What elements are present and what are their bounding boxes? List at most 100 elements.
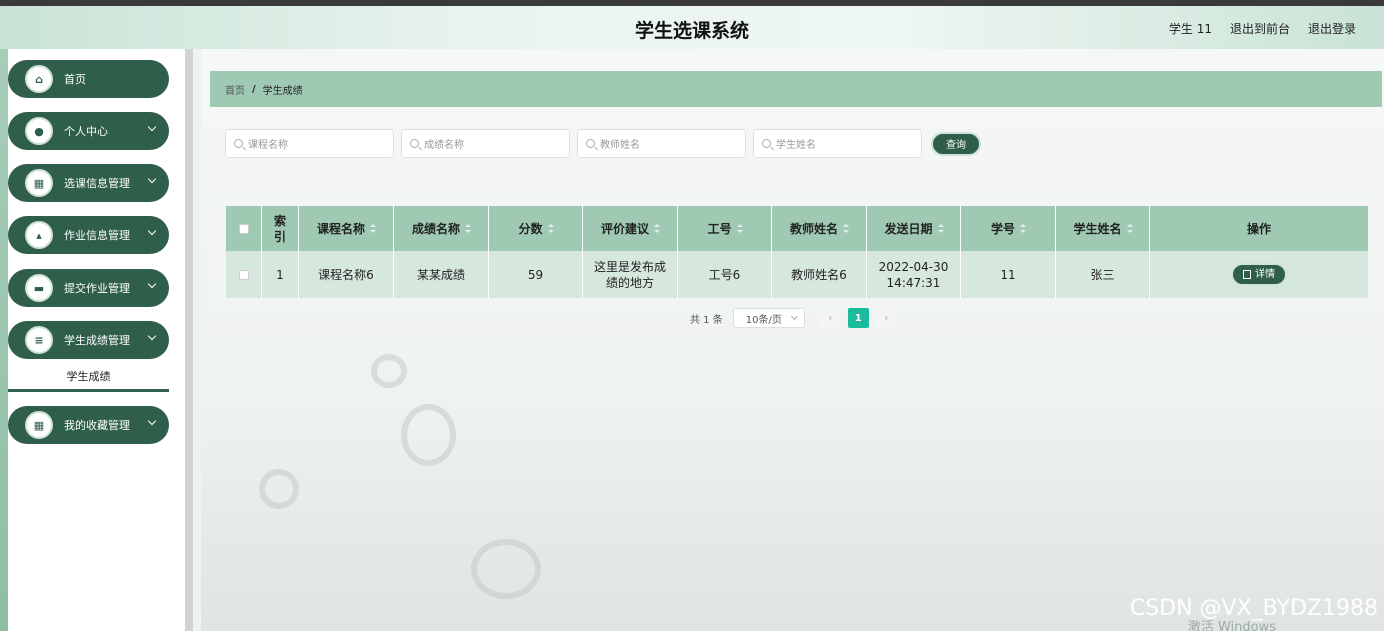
teacher-name-placeholder: 教师姓名 (600, 140, 640, 151)
header-staff-no[interactable]: 工号 (678, 206, 772, 251)
chevron-down-icon (147, 416, 157, 426)
header-send-date[interactable]: 发送日期 (867, 206, 961, 251)
background-decoration (371, 354, 407, 388)
select-all-checkbox[interactable] (238, 223, 249, 234)
search-icon (762, 139, 771, 148)
cell-score-name: 某某成绩 (394, 251, 489, 298)
sidebar-item-label: 选课信息管理 (64, 177, 130, 190)
background-decoration (401, 404, 456, 466)
sidebar-item-course-selection[interactable]: ▦ 选课信息管理 (8, 164, 169, 202)
header-label: 学生姓名 (1073, 221, 1122, 236)
course-name-placeholder: 课程名称 (248, 140, 288, 151)
header-score-name[interactable]: 成绩名称 (394, 206, 489, 251)
background-decoration (259, 469, 299, 509)
cell-score: 59 (489, 251, 583, 298)
sidebar-item-label: 首页 (64, 73, 86, 86)
header-actions: 操作 (1246, 221, 1271, 236)
header-student-no[interactable]: 学号 (961, 206, 1056, 251)
sidebar-item-favorites[interactable]: ▦ 我的收藏管理 (8, 406, 169, 444)
top-header: 学生选课系统 学生 11 退出到前台 退出登录 (0, 6, 1384, 49)
detail-button[interactable]: 详情 (1231, 263, 1287, 286)
score-name-placeholder: 成绩名称 (424, 140, 464, 151)
cell-staff-no: 工号6 (678, 251, 772, 298)
detail-button-label: 详情 (1255, 268, 1275, 280)
pagination: 共 1 条 10条/页 ‹ 1 › (690, 308, 904, 328)
sort-icon (1020, 224, 1026, 233)
sort-icon (547, 224, 554, 233)
person-icon: ▴ (25, 221, 53, 249)
cell-course-name: 课程名称6 (299, 251, 394, 298)
header-label: 课程名称 (316, 221, 365, 236)
table-row: 1 课程名称6 某某成绩 59 这里是发布成绩的地方 工号6 教师姓名6 202… (226, 251, 1368, 298)
cell-index: 1 (262, 251, 299, 298)
sort-icon (843, 224, 849, 233)
sidebar-item-submit-homework[interactable]: ▬ 提交作业管理 (8, 269, 169, 307)
page-number-button[interactable]: 1 (847, 308, 869, 328)
chevron-down-icon (147, 331, 157, 341)
sidebar: ⌂ 首页 ● 个人中心 ▦ 选课信息管理 ▴ 作业信息管理 ▬ 提交作业管理 ≡… (8, 49, 193, 631)
chevron-down-icon (147, 226, 157, 236)
next-page-button[interactable]: › (875, 308, 897, 328)
course-name-search-input[interactable]: 课程名称 (225, 129, 394, 158)
score-name-search-input[interactable]: 成绩名称 (401, 129, 570, 158)
header-teacher-name[interactable]: 教师姓名 (772, 206, 867, 251)
cell-student-no: 11 (961, 251, 1056, 298)
query-button[interactable]: 查询 (931, 132, 981, 156)
sidebar-item-label: 提交作业管理 (64, 282, 130, 295)
prev-page-button[interactable]: ‹ (819, 308, 841, 328)
header-label: 工号 (707, 221, 732, 236)
monitor-icon: ▬ (25, 274, 53, 302)
header-label: 分数 (518, 221, 543, 236)
chevron-down-icon (790, 312, 798, 321)
sidebar-item-student-grades[interactable]: ≡ 学生成绩管理 (8, 321, 169, 359)
header-course-name[interactable]: 课程名称 (299, 206, 394, 251)
breadcrumb-separator: / (252, 83, 256, 95)
teacher-name-search-input[interactable]: 教师姓名 (577, 129, 746, 158)
header-student-name[interactable]: 学生姓名 (1056, 206, 1150, 251)
page-size-select[interactable]: 10条/页 (732, 308, 805, 328)
exit-to-front-link[interactable]: 退出到前台 (1230, 20, 1290, 37)
header-label: 学号 (990, 221, 1015, 236)
page-size-value: 10条/页 (745, 314, 782, 326)
search-icon (410, 139, 419, 148)
submenu-item-student-grades[interactable]: 学生成绩 (8, 365, 169, 392)
chevron-down-icon (147, 174, 157, 184)
sidebar-item-homework-info[interactable]: ▴ 作业信息管理 (8, 216, 169, 254)
sidebar-item-personal-center[interactable]: ● 个人中心 (8, 112, 169, 150)
breadcrumb-current: 学生成绩 (262, 85, 303, 97)
header-comment[interactable]: 评价建议 (583, 206, 678, 251)
background-decoration (471, 539, 541, 599)
cell-student-name: 张三 (1056, 251, 1150, 298)
chevron-down-icon (147, 122, 157, 132)
table-header-row: 索引 课程名称 成绩名称 分数 评价建议 工号 教师姓名 发送日期 学号 学生姓… (226, 206, 1368, 251)
grades-table: 索引 课程名称 成绩名称 分数 评价建议 工号 教师姓名 发送日期 学号 学生姓… (226, 206, 1368, 298)
search-icon (234, 139, 243, 148)
student-name-search-input[interactable]: 学生姓名 (753, 129, 922, 158)
activate-windows-text: 激活 Windows (1187, 620, 1276, 631)
sidebar-item-label: 我的收藏管理 (64, 419, 130, 432)
sort-icon (654, 224, 660, 233)
logout-link[interactable]: 退出登录 (1308, 20, 1356, 37)
sidebar-item-home[interactable]: ⌂ 首页 (8, 60, 169, 98)
sidebar-item-label: 学生成绩管理 (64, 334, 130, 347)
cell-comment: 这里是发布成绩的地方 (583, 251, 678, 298)
sort-icon (736, 224, 743, 233)
breadcrumb: 首页 / 学生成绩 (210, 71, 1382, 107)
header-label: 评价建议 (600, 221, 649, 236)
sort-icon (465, 224, 471, 233)
row-checkbox[interactable] (238, 269, 249, 280)
main-content: 首页 / 学生成绩 课程名称 成绩名称 教师姓名 学生姓名 查询 索引 课程名称… (201, 49, 1384, 631)
grid-icon: ▦ (25, 411, 53, 439)
document-icon (1243, 270, 1251, 279)
grid-icon: ▦ (25, 169, 53, 197)
sort-icon (1126, 224, 1133, 233)
header-label: 成绩名称 (411, 221, 460, 236)
header-label: 教师姓名 (789, 221, 838, 236)
header-index: 索引 (262, 206, 299, 251)
select-all-cell (226, 206, 262, 251)
chevron-down-icon (147, 279, 157, 289)
header-score[interactable]: 分数 (489, 206, 583, 251)
row-select-cell (226, 251, 262, 298)
breadcrumb-home[interactable]: 首页 (225, 82, 245, 97)
pagination-total: 共 1 条 (690, 314, 723, 326)
